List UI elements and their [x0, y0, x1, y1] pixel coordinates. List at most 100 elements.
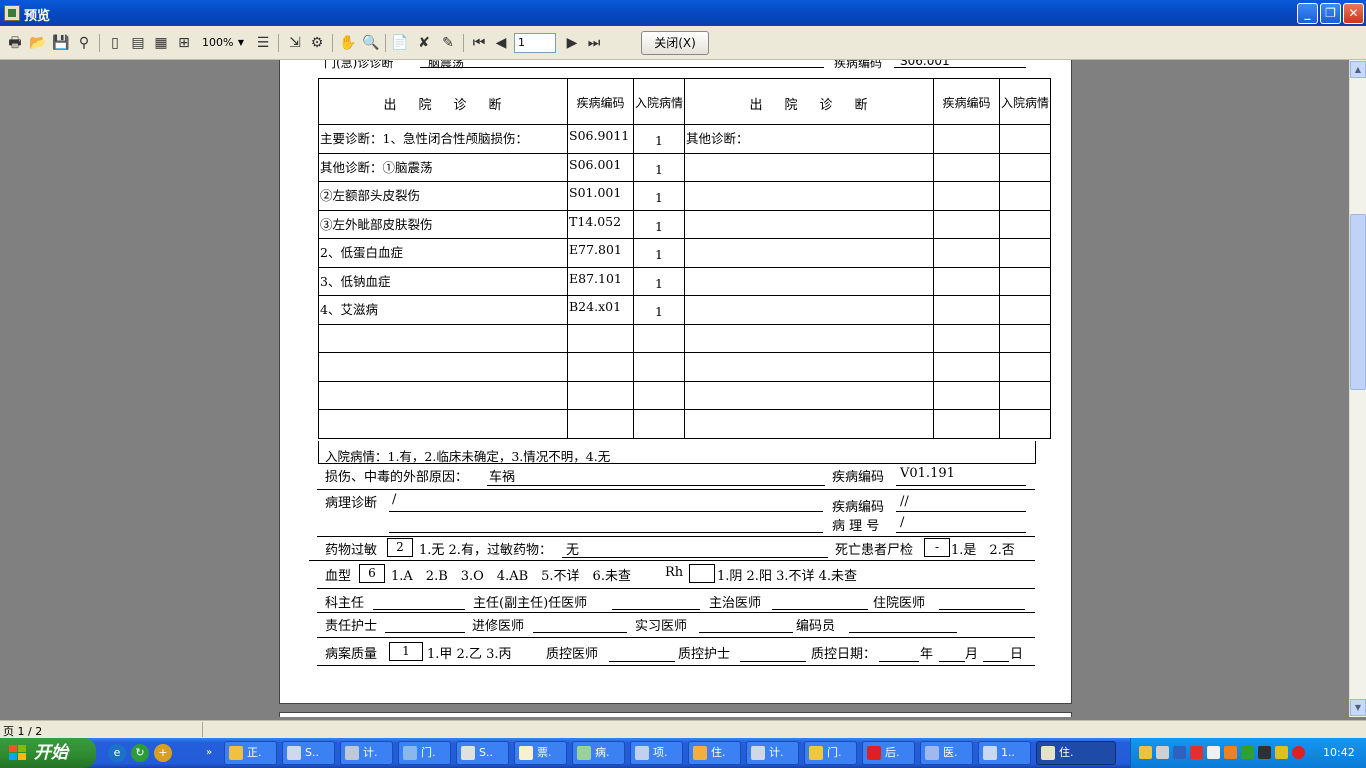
pathology-code-label: 疾病编码 [832, 500, 885, 515]
condition-cell-right [999, 409, 1052, 439]
taskbar-item[interactable]: 住. [688, 741, 741, 765]
admission-condition-legend: 入院病情：1.有，2.临床未确定，3.情况不明，4.无 [318, 441, 1036, 464]
tray-icon[interactable] [1275, 746, 1288, 759]
pathology-number-label: 病 理 号 [832, 519, 880, 534]
first-page-icon[interactable]: ⏮ [470, 34, 488, 52]
close-window-button[interactable]: ✕ [1343, 3, 1364, 24]
taskbar-item[interactable]: S.. [282, 741, 335, 765]
browser-icon[interactable]: e [108, 744, 126, 762]
injury-code-label: 疾病编码 [832, 470, 885, 485]
allergy-box: 2 [387, 538, 413, 557]
condition-cell: 1 [632, 209, 686, 239]
taskbar-item[interactable]: 计. [340, 741, 393, 765]
qc-month-label: 月 [965, 647, 979, 662]
status-divider [202, 722, 203, 737]
single-page-icon[interactable]: ▯ [106, 34, 124, 52]
taskbar-item[interactable]: 医. [920, 741, 973, 765]
tray-icon[interactable] [1224, 746, 1237, 759]
save-icon[interactable]: 💾 [52, 34, 70, 52]
taskbar-item[interactable]: S.. [456, 741, 509, 765]
other-diagnosis-cell [684, 295, 935, 325]
taskbar-item[interactable]: 计. [746, 741, 799, 765]
table-row: 2、低蛋白血症 E77.801 1 [318, 238, 1052, 268]
gear-icon [461, 746, 475, 760]
qc-doctor-label: 质控医师 [546, 647, 599, 662]
scroll-thumb[interactable] [1350, 214, 1366, 390]
pathology-label: 病理诊断 [325, 496, 378, 511]
autopsy-box: - [924, 538, 950, 557]
code-cell: T14.052 [567, 209, 634, 239]
export-icon[interactable]: ⇲ [286, 34, 304, 52]
four-page-icon[interactable]: ▦ [152, 34, 170, 52]
tray-icon[interactable] [1207, 746, 1220, 759]
diagnosis-cell: 其他诊断：①脑震荡 [318, 152, 568, 182]
diagnosis-cell: ②左额部头皮裂伤 [318, 181, 568, 211]
taskbar-item[interactable]: 正. [224, 741, 277, 765]
diagnosis-cell: 4、艾滋病 [318, 295, 568, 325]
two-page-icon[interactable]: ▤ [129, 34, 147, 52]
delete-icon[interactable]: ✘ [415, 34, 433, 52]
header-admission-condition-right: 入院病情 [999, 78, 1052, 125]
taskbar-item[interactable]: 病. [572, 741, 625, 765]
tray-icon[interactable] [1156, 746, 1169, 759]
other-diagnosis-cell [684, 181, 935, 211]
page-setup-icon[interactable]: 📄 [391, 34, 409, 52]
add-icon[interactable]: + [154, 744, 172, 762]
scroll-down-icon[interactable]: ▼ [1350, 699, 1366, 716]
zoom-icon[interactable]: 🔍 [362, 34, 380, 52]
hand-icon[interactable]: ✋ [339, 34, 357, 52]
restore-button[interactable]: ❐ [1320, 3, 1341, 24]
taskbar-item[interactable]: 门. [804, 741, 857, 765]
condition-cell-right [999, 323, 1052, 353]
shield-icon[interactable] [1241, 746, 1254, 759]
taskbar-item[interactable]: 票. [514, 741, 567, 765]
pathology-number-underline [896, 532, 1026, 533]
blood-type-box: 6 [359, 564, 385, 583]
zoom-dropdown[interactable]: 100% ▼ [200, 34, 246, 52]
condition-cell: 1 [632, 124, 686, 154]
blood-type-label: 血型 [325, 569, 352, 584]
next-page-icon[interactable]: ▶ [563, 34, 581, 52]
scroll-up-icon[interactable]: ▲ [1350, 61, 1366, 78]
tray-icon[interactable] [1139, 746, 1152, 759]
condition-cell: 1 [632, 181, 686, 211]
pathology-number-value: / [900, 515, 905, 530]
section-divider [317, 588, 1035, 589]
find-icon[interactable]: ⚲ [75, 34, 93, 52]
header-code-underline [894, 67, 1026, 68]
start-button[interactable]: 开始 [0, 738, 96, 768]
vertical-scrollbar[interactable]: ▲ ▼ [1349, 60, 1366, 717]
minimize-button[interactable]: _ [1297, 3, 1318, 24]
more-quicklaunch-icon[interactable]: » [200, 744, 218, 762]
close-preview-button[interactable]: 关闭(X) [641, 31, 709, 55]
settings-icon[interactable]: ⚙ [308, 34, 326, 52]
outline-icon[interactable]: ☰ [254, 34, 272, 52]
tray-icon[interactable] [1292, 746, 1305, 759]
edit-icon[interactable]: ✎ [439, 34, 457, 52]
last-page-icon[interactable]: ⏭ [585, 34, 603, 52]
pathology-code-underline [896, 511, 1026, 512]
taskbar-item[interactable]: 项. [630, 741, 683, 765]
condition-cell-right [999, 380, 1052, 410]
condition-cell: 1 [632, 266, 686, 296]
toolbar: 🖶 📂 💾 ⚲ ▯ ▤ ▦ ⊞ 100% ▼ ☰ ⇲ ⚙ ✋ 🔍 📄 ✘ ✎ ⏮… [0, 26, 1366, 60]
taskbar-item[interactable]: 门. [398, 741, 451, 765]
refresh-icon[interactable]: ↻ [131, 744, 149, 762]
open-icon[interactable]: 📂 [29, 34, 47, 52]
taskbar-item-active[interactable]: 住. [1036, 741, 1116, 765]
pathology-underline-2 [389, 532, 823, 533]
taskbar-item[interactable]: 1.. [978, 741, 1031, 765]
header-admission-condition: 入院病情 [632, 78, 686, 125]
tray-icon[interactable] [1258, 746, 1271, 759]
prev-page-icon[interactable]: ◀ [492, 34, 510, 52]
taskbar-item[interactable]: 后. [862, 741, 915, 765]
multi-page-icon[interactable]: ⊞ [175, 34, 193, 52]
print-icon[interactable]: 🖶 [6, 34, 24, 52]
director-label: 科主任 [325, 596, 365, 611]
condition-cell-right [999, 124, 1052, 154]
tray-icon[interactable] [1173, 746, 1186, 759]
other-diagnosis-cell [684, 380, 935, 410]
page-number-input[interactable]: 1 [514, 33, 556, 53]
code-cell: S06.9011 [567, 124, 634, 154]
tray-icon[interactable] [1190, 746, 1203, 759]
